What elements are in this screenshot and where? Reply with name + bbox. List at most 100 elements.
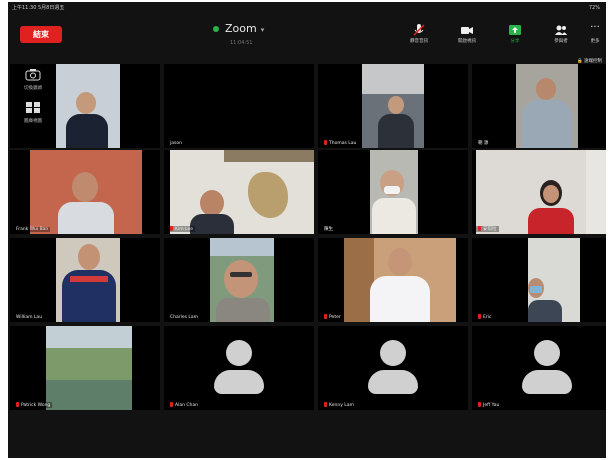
avatar-icon xyxy=(534,340,560,366)
connection-status-icon xyxy=(213,26,219,32)
participant-name-text: 陳生 xyxy=(324,227,333,232)
battery-indicator: 72% xyxy=(588,5,600,11)
chevron-down-icon: ▾ xyxy=(260,26,265,34)
video-tile[interactable]: 陳生 xyxy=(318,150,468,234)
avatar-body-icon xyxy=(214,370,264,394)
meeting-title-text: Zoom xyxy=(225,22,257,35)
participant-name-text: Frank Wui Ban xyxy=(16,227,49,232)
muted-icon xyxy=(170,226,173,231)
participant-name: William Lau xyxy=(14,315,45,320)
video-tile[interactable]: 朝 源 xyxy=(472,64,606,148)
participant-face xyxy=(76,92,96,114)
gallery-icon xyxy=(26,102,40,113)
meeting-title[interactable]: Zoom ▾ xyxy=(213,22,264,35)
muted-icon xyxy=(324,314,327,319)
zoom-window: 上午11:30 5月8日週五 72% 結束 Zoom ▾ 11:04:51 靜音音… xyxy=(8,2,606,458)
video-tile[interactable]: Alan Chan xyxy=(164,326,314,410)
participant-face xyxy=(388,96,404,114)
end-meeting-button[interactable]: 結束 xyxy=(20,26,62,43)
mute-button[interactable]: 靜音音訊 xyxy=(404,22,434,44)
video-tile[interactable]: Thomas Lau xyxy=(318,64,468,148)
video-tile[interactable]: Peter xyxy=(318,238,468,322)
mute-label: 靜音音訊 xyxy=(410,39,428,44)
muted-icon xyxy=(478,226,481,231)
participant-name: Jeff Yau xyxy=(476,402,502,408)
video-tile[interactable]: 安琪拉 xyxy=(472,150,606,234)
video-tile[interactable]: Patrick Wong xyxy=(10,326,160,410)
participant-name-text: Thomas Lau xyxy=(329,141,357,146)
video-tile[interactable]: 切換鏡頭 圖庫視圖 xyxy=(10,64,160,148)
video-tile[interactable]: Jeff Yau xyxy=(472,326,606,410)
participant-name: Peter xyxy=(322,314,343,320)
participant-name-text: jason xyxy=(170,141,182,146)
participant-name-text: Kim Lee xyxy=(175,227,193,232)
participant-name: Patrick Wong xyxy=(14,402,53,408)
video-icon xyxy=(452,22,482,36)
participant-name: Kenny Lam xyxy=(322,402,356,408)
muted-icon xyxy=(324,402,327,407)
participant-name: 陳生 xyxy=(322,226,335,232)
shirt-stripe xyxy=(70,276,108,282)
avatar-icon xyxy=(380,340,406,366)
participant-name-text: 朝 源 xyxy=(478,141,489,146)
video-tile[interactable]: Kim Lee xyxy=(164,150,314,234)
participant-face xyxy=(536,78,556,100)
participant-face xyxy=(78,244,100,270)
participant-name: Eric xyxy=(476,314,494,320)
video-tile[interactable]: jason xyxy=(164,64,314,148)
participant-name: Charles Lam xyxy=(168,315,201,320)
participant-name: Frank Wui Ban xyxy=(14,227,51,232)
share-label: 分享 xyxy=(510,39,520,44)
participants-button[interactable]: 參與者 xyxy=(546,22,576,44)
participant-face xyxy=(543,185,559,203)
video-tile[interactable]: Frank Wui Ban xyxy=(10,150,160,234)
gallery-view-button[interactable]: 圖庫視圖 xyxy=(12,99,54,124)
switch-camera-button[interactable]: 切換鏡頭 xyxy=(12,66,54,91)
muted-icon xyxy=(16,402,19,407)
video-label: 開啟視訊 xyxy=(458,39,476,44)
participant-name-text: Eric xyxy=(483,315,492,320)
participant-name-text: Peter xyxy=(329,315,341,320)
muted-icon xyxy=(478,314,481,319)
muted-icon xyxy=(478,402,481,407)
participant-body xyxy=(190,214,234,234)
avatar-icon xyxy=(226,340,252,366)
participant-face xyxy=(72,172,98,202)
more-label: 更多 xyxy=(590,39,600,44)
window-pane xyxy=(586,150,606,234)
participant-name-text: Patrick Wong xyxy=(21,403,51,408)
participant-face xyxy=(388,248,412,276)
share-screen-button[interactable]: 分享 xyxy=(500,22,530,44)
switch-camera-label: 切換鏡頭 xyxy=(24,86,42,91)
more-icon: ··· xyxy=(590,22,600,33)
sky-background xyxy=(210,238,274,256)
lake-water xyxy=(46,380,132,410)
face-mask xyxy=(530,286,542,293)
participant-name-text: Jeff Yau xyxy=(483,403,500,408)
participant-name: 朝 源 xyxy=(476,140,491,146)
avatar-body-icon xyxy=(368,370,418,394)
status-bar: 上午11:30 5月8日週五 72% xyxy=(8,2,606,14)
participant-name: Thomas Lau xyxy=(322,140,359,146)
face-mask xyxy=(384,186,400,194)
video-tile[interactable]: Charles Lam xyxy=(164,238,314,322)
mic-off-icon xyxy=(404,22,434,36)
meeting-timer: 11:04:51 xyxy=(230,40,253,46)
video-tile[interactable]: Eric xyxy=(472,238,606,322)
video-button[interactable]: 開啟視訊 xyxy=(452,22,482,44)
more-button[interactable]: ··· 更多 xyxy=(580,22,606,44)
camera-icon xyxy=(25,69,41,81)
participant-face xyxy=(224,260,258,298)
participant-body xyxy=(378,114,414,148)
video-tile[interactable]: William Lau xyxy=(10,238,160,322)
meeting-toolbar: 結束 Zoom ▾ 11:04:51 靜音音訊 開啟視訊 分享 參與者 ··· … xyxy=(8,14,606,56)
participant-name-text: William Lau xyxy=(16,315,43,320)
participants-label: 參與者 xyxy=(554,39,568,44)
video-tile[interactable]: Kenny Lam xyxy=(318,326,468,410)
participant-name: Kim Lee xyxy=(168,226,195,232)
participant-body xyxy=(522,100,572,148)
participant-name: Alan Chan xyxy=(168,402,200,408)
participants-icon xyxy=(546,22,576,36)
glasses xyxy=(230,272,252,277)
status-time: 上午11:30 5月8日週五 xyxy=(12,5,65,11)
